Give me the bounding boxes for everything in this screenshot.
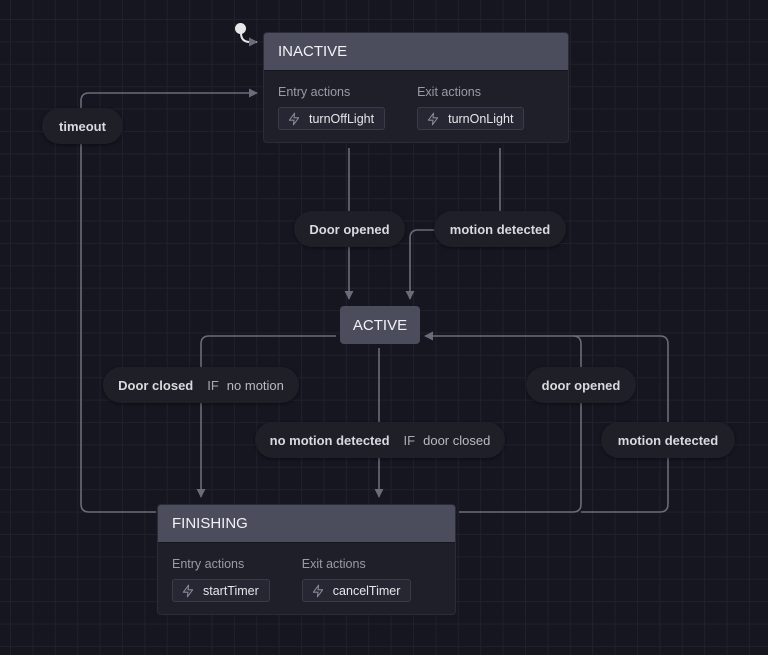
event-label: timeout — [59, 118, 106, 134]
entry-actions-label: Entry actions — [172, 557, 245, 571]
state-title: FINISHING — [158, 505, 455, 543]
event-label: motion detected — [617, 432, 719, 448]
action-chip[interactable]: cancelTimer — [301, 579, 412, 602]
event-label: Door closed — [118, 377, 194, 393]
event-motion-detected-finishing[interactable]: motion detected — [601, 422, 735, 458]
event-label: door opened — [541, 377, 621, 393]
action-chip[interactable]: turnOnLight — [417, 107, 525, 130]
entry-actions-label: Entry actions — [278, 85, 351, 99]
event-door-opened[interactable]: Door opened — [294, 211, 405, 247]
bolt-icon — [312, 584, 323, 597]
guard-condition: door closed — [423, 432, 491, 448]
entry-actions-section: Entry actions turnOffLight — [278, 85, 386, 131]
event-label: Door opened — [309, 221, 390, 237]
event-no-motion-detected[interactable]: no motion detected IF door closed — [255, 422, 505, 458]
edge-timeout — [80, 88, 258, 513]
bolt-icon — [427, 112, 439, 125]
event-timeout[interactable]: timeout — [42, 108, 123, 144]
action-name: turnOnLight — [448, 111, 514, 126]
action-chip[interactable]: turnOffLight — [278, 107, 386, 130]
event-motion-detected-inactive[interactable]: motion detected — [434, 211, 566, 247]
action-name: turnOffLight — [309, 111, 375, 126]
bolt-icon — [288, 112, 300, 125]
edge-door-closed — [196, 335, 336, 498]
state-title: ACTIVE — [352, 316, 408, 334]
guard-condition: no motion — [226, 377, 284, 393]
state-inactive[interactable]: INACTIVE Entry actions turnOffLight Exit… — [263, 32, 569, 143]
action-name: cancelTimer — [332, 583, 401, 598]
event-label: motion detected — [449, 221, 551, 237]
entry-actions-section: Entry actions startTimer — [172, 557, 270, 603]
exit-actions-section: Exit actions turnOnLight — [417, 85, 525, 131]
exit-actions-label: Exit actions — [301, 557, 366, 571]
event-door-opened-finishing[interactable]: door opened — [526, 367, 636, 403]
action-chip[interactable]: startTimer — [172, 579, 270, 602]
exit-actions-label: Exit actions — [417, 85, 482, 99]
initial-transition-edge — [240, 32, 258, 47]
state-active[interactable]: ACTIVE — [340, 306, 420, 344]
state-finishing[interactable]: FINISHING Entry actions startTimer Exit … — [157, 504, 456, 615]
event-label: no motion detected — [269, 432, 390, 448]
bolt-icon — [182, 584, 194, 597]
action-name: startTimer — [203, 583, 259, 598]
guard-if-keyword: IF — [207, 377, 219, 393]
event-door-closed[interactable]: Door closed IF no motion — [103, 367, 299, 403]
exit-actions-section: Exit actions cancelTimer — [301, 557, 412, 603]
initial-state-dot — [235, 23, 246, 34]
state-title: INACTIVE — [264, 33, 568, 71]
guard-if-keyword: IF — [403, 432, 416, 448]
